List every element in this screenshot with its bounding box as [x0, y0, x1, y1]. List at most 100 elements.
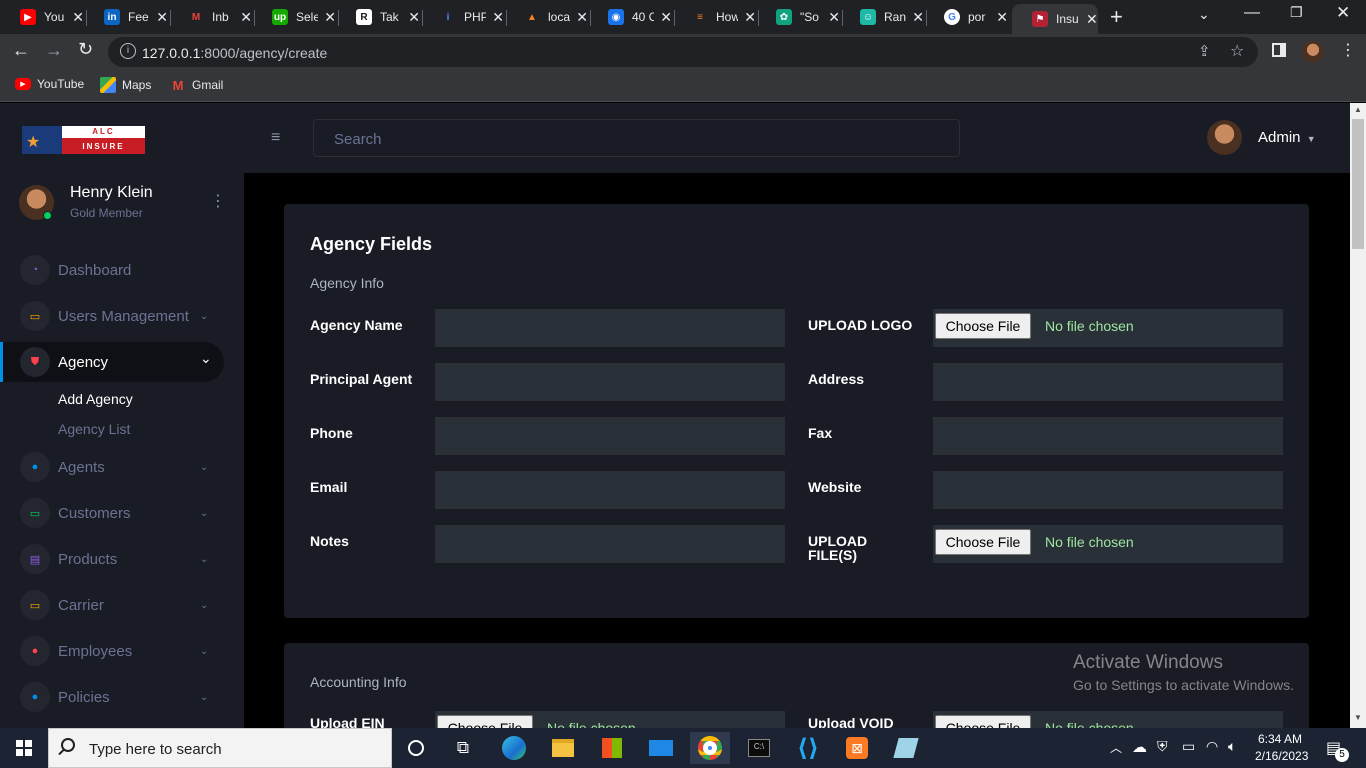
new-tab-button[interactable]: +: [1110, 4, 1123, 30]
bookmark-gmail[interactable]: M Gmail: [170, 77, 224, 93]
choose-file-button[interactable]: Choose File: [935, 715, 1031, 728]
sidebar-item-customers[interactable]: ▭ Customers ⌄: [0, 493, 224, 533]
app-icon[interactable]: [886, 732, 926, 764]
vscode-icon[interactable]: ⟨⟩: [788, 732, 828, 764]
upload-void-input[interactable]: Choose File No file chosen: [933, 711, 1283, 728]
sidebar-item-agents[interactable]: ● Agents ⌄: [0, 447, 224, 487]
sidebar-item-users-management[interactable]: ▭ Users Management ⌄: [0, 296, 224, 336]
browser-menu-icon[interactable]: ⋮: [1340, 40, 1356, 60]
close-tab-icon[interactable]: ✕: [828, 9, 840, 26]
subnav-add-agency[interactable]: Add Agency: [58, 391, 133, 407]
browser-tab[interactable]: i PHP ✕: [420, 4, 507, 30]
browser-tab[interactable]: Gpor ✕: [924, 4, 1008, 30]
bookmark-star-icon[interactable]: ☆: [1230, 41, 1244, 61]
agency-name-input[interactable]: [435, 309, 785, 347]
wifi-icon[interactable]: ◠: [1206, 738, 1218, 755]
choose-file-button[interactable]: Choose File: [935, 529, 1031, 555]
sidebar-item-dashboard[interactable]: ◔ Dashboard: [0, 250, 224, 290]
browser-tab[interactable]: M Inb ✕: [168, 4, 255, 30]
close-tab-icon[interactable]: ✕: [324, 9, 336, 26]
chrome-icon[interactable]: [690, 732, 730, 764]
side-panel-icon[interactable]: [1272, 43, 1286, 57]
choose-file-button[interactable]: Choose File: [437, 715, 533, 728]
close-tab-icon[interactable]: ✕: [408, 9, 420, 26]
browser-tab[interactable]: up Sele ✕: [252, 4, 339, 30]
browser-tab[interactable]: ≡ How ✕: [672, 4, 759, 30]
bookmark-maps[interactable]: Maps: [100, 77, 151, 93]
close-tab-icon[interactable]: ✕: [660, 9, 672, 26]
terminal-icon[interactable]: C:\: [739, 732, 779, 764]
browser-tab[interactable]: in Fee ✕: [84, 4, 171, 30]
close-tab-icon[interactable]: ✕: [72, 9, 84, 26]
clock-date[interactable]: 2/16/2023: [1255, 749, 1308, 763]
file-explorer-icon[interactable]: [543, 732, 583, 764]
close-tab-icon[interactable]: ✕: [576, 9, 588, 26]
sidebar-item-products[interactable]: ▤ Products ⌄: [0, 539, 224, 579]
minimize-button[interactable]: —: [1244, 4, 1260, 22]
browser-tab[interactable]: ☺ Ran ✕: [840, 4, 927, 30]
notes-input[interactable]: [435, 525, 785, 563]
choose-file-button[interactable]: Choose File: [935, 313, 1031, 339]
menu-toggle-icon[interactable]: ≡: [271, 129, 280, 147]
edge-icon[interactable]: [494, 732, 534, 764]
profile-menu-icon[interactable]: ⋮: [210, 191, 226, 211]
close-tab-icon[interactable]: ✕: [1086, 11, 1098, 28]
browser-tab[interactable]: ⚑ Insu ✕: [1012, 4, 1098, 34]
scroll-down-icon[interactable]: ▼: [1354, 713, 1362, 722]
taskbar-search-box[interactable]: Type here to search: [48, 728, 392, 768]
tab-search-icon[interactable]: ⌄: [1198, 6, 1210, 23]
phone-input[interactable]: [435, 417, 785, 455]
site-info-icon[interactable]: i: [120, 43, 136, 59]
task-view-icon[interactable]: ⧉: [443, 732, 483, 764]
upload-ein-input[interactable]: Choose File No file chosen: [435, 711, 785, 728]
admin-menu[interactable]: Admin ▼: [1258, 129, 1316, 146]
close-tab-icon[interactable]: ✕: [996, 9, 1008, 26]
close-tab-icon[interactable]: ✕: [744, 9, 756, 26]
close-tab-icon[interactable]: ✕: [240, 9, 252, 26]
browser-profile-avatar[interactable]: [1302, 41, 1324, 63]
sidebar-item-carrier[interactable]: ▭ Carrier ⌄: [0, 585, 224, 625]
browser-tab[interactable]: ▲ loca ✕: [504, 4, 591, 30]
close-window-button[interactable]: ✕: [1336, 3, 1350, 23]
sidebar-item-employees[interactable]: ● Employees ⌄: [0, 631, 224, 671]
scrollbar-thumb[interactable]: [1352, 119, 1364, 249]
page-scrollbar[interactable]: ▲ ▼: [1350, 103, 1366, 728]
subnav-agency-list[interactable]: Agency List: [58, 421, 130, 437]
address-bar[interactable]: i 127.0.0.1:8000/agency/create ⇪ ☆: [108, 37, 1258, 67]
volume-icon[interactable]: 🔈︎: [1228, 738, 1236, 755]
forward-icon[interactable]: →: [45, 40, 63, 61]
windows-start-icon[interactable]: [16, 740, 32, 756]
upload-logo-file-input[interactable]: Choose File No file chosen: [933, 309, 1283, 347]
fax-input[interactable]: [933, 417, 1283, 455]
close-tab-icon[interactable]: ✕: [912, 9, 924, 26]
close-tab-icon[interactable]: ✕: [156, 9, 168, 26]
search-input[interactable]: Search: [313, 119, 960, 157]
browser-tab[interactable]: ✿ "So ✕: [756, 4, 843, 30]
show-hidden-icons[interactable]: ︿: [1110, 739, 1122, 756]
scroll-up-icon[interactable]: ▲: [1354, 105, 1362, 114]
xampp-icon[interactable]: ⊠: [837, 732, 877, 764]
share-icon[interactable]: ⇪: [1198, 42, 1211, 60]
email-input[interactable]: [435, 471, 785, 509]
browser-tab[interactable]: R Tak ✕: [336, 4, 423, 30]
microsoft-store-icon[interactable]: [592, 732, 632, 764]
close-tab-icon[interactable]: ✕: [492, 9, 504, 26]
website-input[interactable]: [933, 471, 1283, 509]
principal-agent-input[interactable]: [435, 363, 785, 401]
sidebar-item-agency[interactable]: ⛊ Agency ⌄: [0, 342, 224, 382]
reload-icon[interactable]: ↻: [78, 39, 93, 60]
address-input[interactable]: [933, 363, 1283, 401]
browser-tab[interactable]: ◉ 40 C ✕: [588, 4, 675, 30]
back-icon[interactable]: ←: [12, 40, 30, 61]
admin-avatar[interactable]: [1207, 120, 1242, 155]
bookmark-youtube[interactable]: ▶ YouTube: [15, 77, 84, 91]
battery-icon[interactable]: ▭: [1182, 738, 1195, 755]
sidebar-item-policies[interactable]: ● Policies ⌄: [0, 677, 224, 717]
onedrive-icon[interactable]: ☁: [1132, 738, 1147, 756]
upload-files-file-input[interactable]: Choose File No file chosen: [933, 525, 1283, 563]
clock-time[interactable]: 6:34 AM: [1258, 732, 1302, 746]
browser-tab[interactable]: ▶ You ✕: [0, 4, 87, 30]
security-icon[interactable]: ⛨: [1157, 738, 1168, 755]
cortana-icon[interactable]: [396, 732, 436, 764]
maximize-button[interactable]: ❐: [1290, 4, 1303, 21]
